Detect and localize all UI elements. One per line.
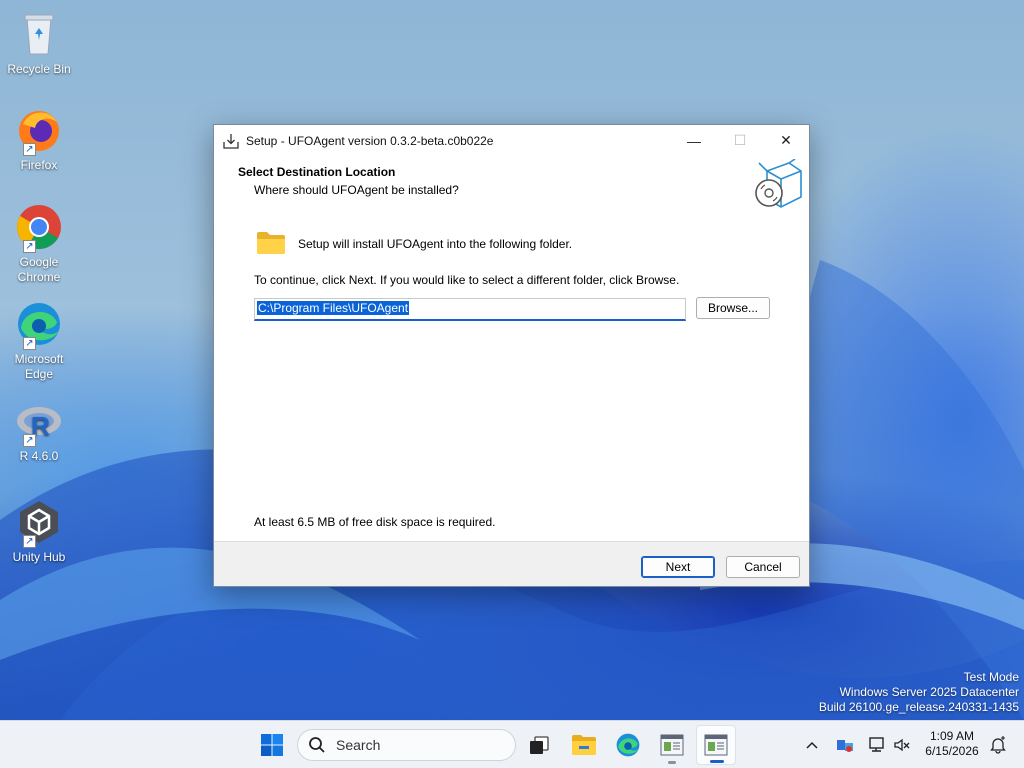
running-indicator (668, 761, 676, 764)
desktop-icon-unity-hub[interactable]: ↗ Unity Hub (4, 498, 74, 565)
taskbar-search[interactable]: Search (297, 729, 516, 761)
task-view-button[interactable] (519, 725, 559, 765)
desktop-icon-label: Recycle Bin (7, 62, 71, 76)
shortcut-arrow-icon: ↗ (23, 337, 36, 350)
title-bar[interactable]: Setup - UFOAgent version 0.3.2-beta.c0b0… (214, 125, 809, 156)
task-view-icon (530, 736, 549, 754)
desktop-icon-label: Unity Hub (12, 550, 66, 564)
clock-date: 6/15/2026 (925, 744, 979, 758)
cancel-button[interactable]: Cancel (726, 556, 800, 578)
setup-app-active-button[interactable] (696, 725, 736, 765)
setup-window: Setup - UFOAgent version 0.3.2-beta.c0b0… (213, 124, 810, 587)
folder-icon (257, 232, 285, 254)
desktop-icon-chrome[interactable]: ↗ Google Chrome (4, 203, 74, 285)
edge-icon (616, 733, 640, 757)
shortcut-arrow-icon: ↗ (23, 240, 36, 253)
shortcut-arrow-icon: ↗ (23, 535, 36, 548)
start-button[interactable] (252, 725, 292, 765)
edge-taskbar-button[interactable] (608, 725, 648, 765)
desktop-icon-label: R 4.6.0 (19, 449, 59, 463)
setup-app-button[interactable] (652, 725, 692, 765)
page-subtitle: Where should UFOAgent be installed? (254, 183, 459, 197)
firefox-icon: ↗ (15, 106, 63, 156)
windows-start-icon (261, 734, 283, 756)
active-indicator (710, 760, 724, 763)
desktop-icon-firefox[interactable]: ↗ Firefox (4, 106, 74, 173)
clock-time: 1:09 AM (929, 729, 975, 743)
desktop-icon-r[interactable]: R ↗ R 4.6.0 (4, 403, 74, 464)
recycle-bin-icon (15, 10, 63, 58)
page-title: Select Destination Location (238, 165, 396, 179)
browse-button[interactable]: Browse... (696, 297, 770, 319)
setup-app-icon (660, 734, 684, 756)
show-hidden-icons-button[interactable] (801, 721, 823, 768)
minimize-button[interactable]: — (671, 125, 717, 156)
volume-muted-icon (894, 738, 910, 752)
setup-app-active-icon (704, 734, 728, 756)
watermark-line: Test Mode (963, 670, 1019, 684)
notifications-button[interactable] (986, 721, 1010, 768)
selected-path-text: C:\Program Files\UFOAgent (257, 301, 410, 315)
desktop-icon-label: Microsoft Edge (14, 352, 64, 381)
watermark-line: Windows Server 2025 Datacenter (839, 685, 1019, 699)
destination-path-input[interactable]: C:\Program Files\UFOAgent (254, 298, 686, 321)
desktop-icon-recycle-bin[interactable]: Recycle Bin (4, 10, 74, 77)
instruction-text: To continue, click Next. If you would li… (254, 273, 680, 287)
notification-bell-icon (990, 736, 1006, 754)
taskbar: Search 1:09 AM 6/15/2026 (0, 720, 1024, 768)
install-folder-text: Setup will install UFOAgent into the fol… (298, 237, 573, 251)
search-icon (309, 737, 325, 753)
setup-install-icon (223, 133, 239, 149)
unity-hub-icon: ↗ (15, 498, 63, 548)
r-icon: R ↗ (15, 403, 63, 447)
wizard-header: Select Destination Location Where should… (214, 156, 809, 214)
network-button[interactable] (865, 721, 889, 768)
next-button[interactable]: Next (641, 556, 715, 578)
tray-app-icon (837, 740, 853, 752)
setup-box-disc-icon (755, 159, 802, 208)
chevron-up-icon (806, 741, 818, 749)
desktop-icon-edge[interactable]: ↗ Microsoft Edge (4, 300, 74, 382)
maximize-button[interactable]: ☐ (717, 125, 763, 156)
chrome-icon: ↗ (15, 203, 63, 253)
test-mode-watermark: Test Mode Windows Server 2025 Datacenter… (819, 670, 1019, 715)
volume-button[interactable] (891, 721, 913, 768)
file-explorer-button[interactable] (564, 725, 604, 765)
search-placeholder: Search (336, 737, 381, 753)
network-icon (869, 737, 884, 752)
taskbar-clock[interactable]: 1:09 AM 6/15/2026 (918, 729, 986, 759)
wizard-footer: Next Cancel (214, 541, 809, 586)
window-title: Setup - UFOAgent version 0.3.2-beta.c0b0… (246, 133, 494, 148)
file-explorer-icon (572, 735, 596, 755)
desktop-icon-label: Firefox (20, 158, 58, 172)
desktop-icon-label: Google Chrome (17, 255, 61, 284)
tray-app-button[interactable] (833, 721, 857, 768)
close-button[interactable]: ✕ (763, 125, 809, 156)
disk-space-text: At least 6.5 MB of free disk space is re… (254, 515, 496, 529)
shortcut-arrow-icon: ↗ (23, 143, 36, 156)
watermark-line: Build 26100.ge_release.240331-1435 (818, 700, 1019, 714)
edge-icon: ↗ (15, 300, 63, 350)
shortcut-arrow-icon: ↗ (23, 434, 36, 447)
